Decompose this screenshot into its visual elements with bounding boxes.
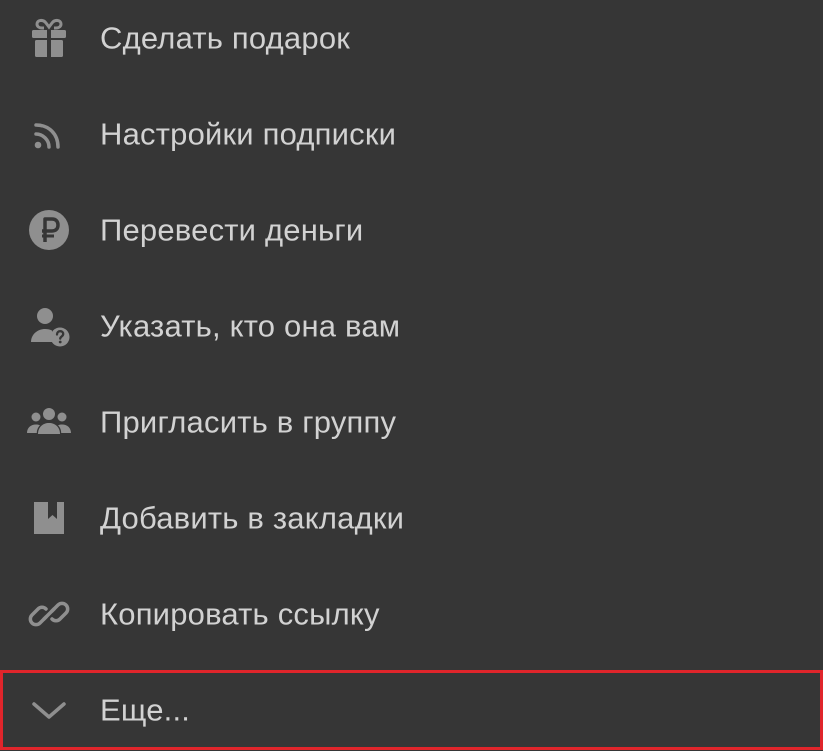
menu-item-transfer-money[interactable]: Перевести деньги xyxy=(0,182,823,278)
gift-icon xyxy=(25,14,73,62)
user-question-icon xyxy=(25,302,73,350)
menu-item-label: Настройки подписки xyxy=(100,116,397,152)
group-icon xyxy=(25,398,73,446)
ruble-icon xyxy=(25,206,73,254)
menu-item-label: Копировать ссылку xyxy=(100,596,380,632)
menu-item-gift[interactable]: Сделать подарок xyxy=(0,0,823,86)
menu-item-add-bookmark[interactable]: Добавить в закладки xyxy=(0,470,823,566)
menu-item-invite-group[interactable]: Пригласить в группу xyxy=(0,374,823,470)
menu-item-set-relation[interactable]: Указать, кто она вам xyxy=(0,278,823,374)
bookmark-icon xyxy=(25,494,73,542)
menu-item-label: Пригласить в группу xyxy=(100,404,397,440)
menu-item-copy-link[interactable]: Копировать ссылку xyxy=(0,566,823,662)
link-icon xyxy=(25,590,73,638)
menu-item-label: Еще... xyxy=(100,692,191,728)
actions-menu: Сделать подарок Настройки подписки Перев… xyxy=(0,0,823,751)
menu-item-label: Указать, кто она вам xyxy=(100,308,401,344)
menu-item-label: Перевести деньги xyxy=(100,212,364,248)
menu-item-label: Добавить в закладки xyxy=(100,500,405,536)
rss-icon xyxy=(25,110,73,158)
menu-item-label: Сделать подарок xyxy=(100,20,351,56)
menu-item-subscription-settings[interactable]: Настройки подписки xyxy=(0,86,823,182)
menu-item-more[interactable]: Еще... xyxy=(0,670,823,750)
chevron-down-icon xyxy=(25,686,73,734)
